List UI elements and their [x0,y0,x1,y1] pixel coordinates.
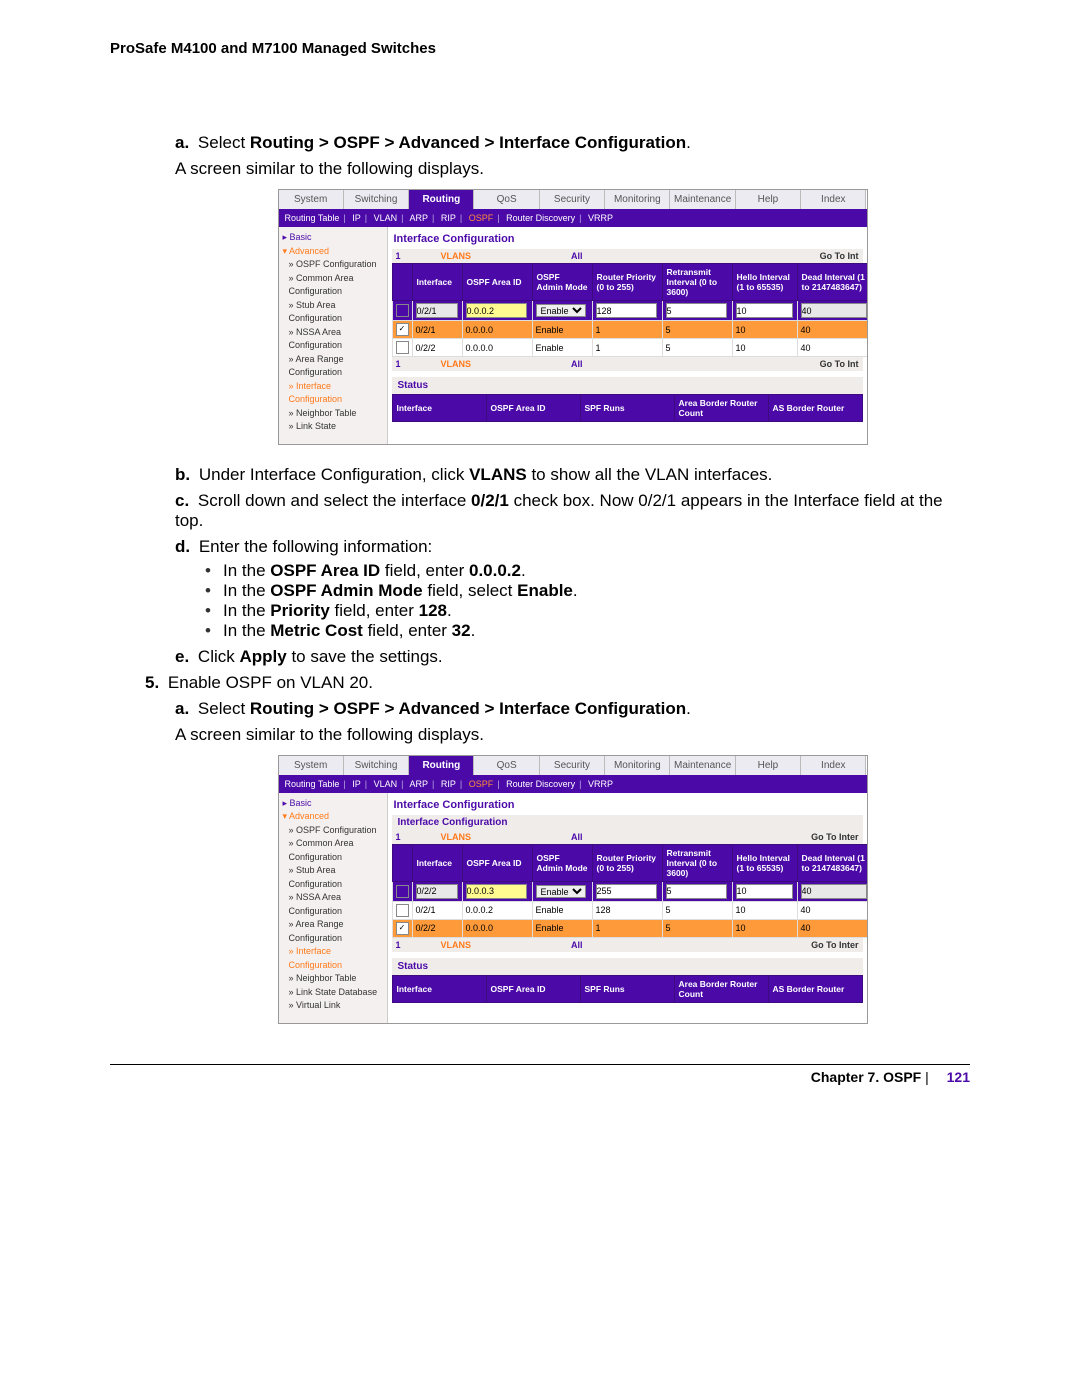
step-e: e. Click Apply to save the settings. [175,647,970,667]
page-header: ProSafe M4100 and M7100 Managed Switches [0,0,1080,57]
screenshot-2: SystemSwitching RoutingQoS SecurityMonit… [278,755,868,1024]
status-table: InterfaceOSPF Area IDSPF RunsArea Border… [392,975,863,1003]
status-title: Status [392,958,863,975]
step-5a: a. Select Routing > OSPF > Advanced > In… [175,699,970,745]
main-tabs[interactable]: SystemSwitching RoutingQoS SecurityMonit… [279,756,867,775]
input-row[interactable]: Enable [392,301,867,321]
dead-input [801,303,867,318]
main-tabs[interactable]: SystemSwitching RoutingQoS SecurityMonit… [279,190,867,209]
admin-select: Enable [536,304,586,317]
interface-table[interactable]: InterfaceOSPF Area IDOSPF Admin ModeRout… [392,263,867,357]
status-table: InterfaceOSPF Area IDSPF RunsArea Border… [392,394,863,422]
hello-input [736,303,793,318]
step-c: c. Scroll down and select the interface … [175,491,970,531]
interface-input [416,303,459,318]
page-footer: Chapter 7. OSPF | 121 [0,1069,1080,1085]
subnav[interactable]: Routing Table| IP| VLAN| ARP| RIP| OSPF|… [279,209,867,227]
filter-bar[interactable]: 1 VLANS All Go To Int [392,249,863,263]
table-row[interactable]: 0/2/20.0.0.0 Enable1 51040 [392,919,867,937]
filter-bar[interactable]: 1 VLANS All Go To Inter [392,830,863,844]
step-d: d. Enter the following information: In t… [175,537,970,641]
prio-input [596,303,658,318]
input-row[interactable]: Enable [392,881,867,901]
step-5: 5. Enable OSPF on VLAN 20. [145,673,970,693]
table-row[interactable]: 0/2/20.0.0.0 Enable1 51040 [392,339,867,357]
panel-title: Interface Configuration [392,797,863,815]
subnav[interactable]: Routing Table| IP| VLAN| ARP| RIP| OSPF|… [279,775,867,793]
retr-input [666,303,728,318]
table-row[interactable]: 0/2/10.0.0.2 Enable128 51040 [392,901,867,919]
interface-table[interactable]: InterfaceOSPF Area IDOSPF Admin ModeRout… [392,844,867,938]
panel-sub: Interface Configuration [392,815,863,830]
panel-title: Interface Configuration [392,231,863,249]
step-b: b. Under Interface Configuration, click … [175,465,970,485]
sidebar[interactable]: ▸ Basic ▾ Advanced » OSPF Configuration … [279,227,388,444]
screenshot-1: SystemSwitching RoutingQoS SecurityMonit… [278,189,868,445]
area-input [466,303,528,318]
step-a: a. Select Routing > OSPF > Advanced > In… [175,133,970,179]
status-title: Status [392,377,863,394]
table-row[interactable]: 0/2/10.0.0.0 Enable1 51040 [392,321,867,339]
sidebar[interactable]: ▸ Basic ▾ Advanced » OSPF Configuration … [279,793,388,1023]
